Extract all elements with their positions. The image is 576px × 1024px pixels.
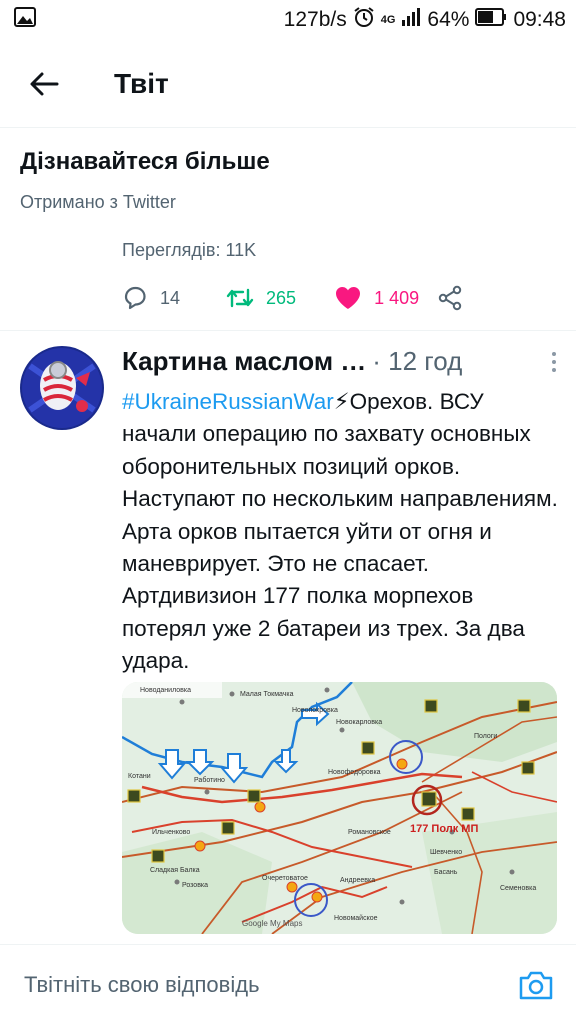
divider [0,330,576,331]
tweet-body: Орехов. ВСУ начали операцию по захвату о… [122,389,558,674]
camera-icon [519,971,553,999]
like-count: 1 409 [374,287,420,308]
learn-more-source[interactable]: Отримано з Twitter [20,192,176,213]
map-regiment-label: 177 Полк МП [410,823,478,835]
arrow-left-icon [30,72,59,95]
tweet-map-image[interactable]: Новоданиловка Малая Токмачка Новопокровк… [122,682,557,934]
reply-input[interactable]: Твітніть свою відповідь [24,972,260,998]
map-place-label: Новокарловка [336,719,382,726]
map-place-label: Шевченко [430,849,462,856]
retweet-button[interactable]: 265 [226,286,296,310]
map-attribution: Google My Maps [242,919,302,928]
tweet-text: #UkraineRussianWar⚡Орехов. ВСУ начали оп… [122,386,562,678]
image-icon [14,7,36,33]
reply-icon [124,286,146,310]
map-place-label: Новопокровка [292,707,338,714]
map-place-label: Пологи [474,733,497,740]
page-title: Твіт [114,67,169,99]
retweet-count: 265 [266,287,297,308]
reply-count: 14 [160,287,181,308]
network-type: 4G [380,14,396,26]
back-button[interactable] [14,54,74,114]
author-name[interactable]: Картина маслом … [122,346,366,377]
alarm-icon [353,6,375,34]
network-speed: 127b/s [283,8,347,31]
like-button[interactable]: 1 409 [334,285,419,311]
share-button[interactable] [437,285,463,311]
more-icon-dot [552,359,556,364]
more-icon-dot [552,367,556,372]
retweet-icon [226,288,254,308]
map-place-label: Ильченково [152,829,190,836]
status-bar: 127b/s 4G 64% 09:48 [0,0,576,40]
avatar[interactable] [20,346,104,430]
reply-bar: Твітніть свою відповідь [0,944,576,1024]
hashtag-link[interactable]: #UkraineRussianWar [122,389,334,414]
map-place-label: Сладкая Балка [150,867,200,874]
app-header: Твіт [0,40,576,128]
map-place-label: Работино [194,776,225,784]
tweet-header: Картина маслом … · 12 год [122,346,562,377]
share-icon [438,285,462,311]
heart-icon [336,287,361,309]
tweet-actions: 14 265 1 409 [122,280,562,316]
map-place-label: Очеретоватое [262,875,308,882]
clock: 09:48 [513,8,566,31]
tweet-time[interactable]: · 12 год [372,346,462,377]
map-place-label: Котани [128,773,151,780]
map-place-label: Новофедоровка [328,769,381,776]
map-place-label: Новомайское [334,914,378,922]
map-place-label: Новоданиловка [140,687,191,694]
battery-icon [475,8,507,32]
map-place-label: Романовское [348,829,391,836]
map-place-label: Басань [434,869,458,876]
more-options-button[interactable] [546,348,562,376]
camera-button[interactable] [516,965,556,1005]
map-place-label: Андреевка [340,877,375,884]
reply-button[interactable]: 14 [122,285,180,311]
learn-more-title: Дізнавайтеся більше [20,148,270,175]
signal-icon [401,8,421,32]
battery-level: 64% [427,8,470,31]
lightning-emoji: ⚡ [333,389,350,414]
more-icon-dot [552,351,556,356]
map-place-label: Розовка [182,882,208,889]
map-place-label: Малая Токмачка [240,691,294,698]
view-count: Переглядів: 11K [122,240,257,260]
map-place-label: Семеновка [500,885,536,892]
